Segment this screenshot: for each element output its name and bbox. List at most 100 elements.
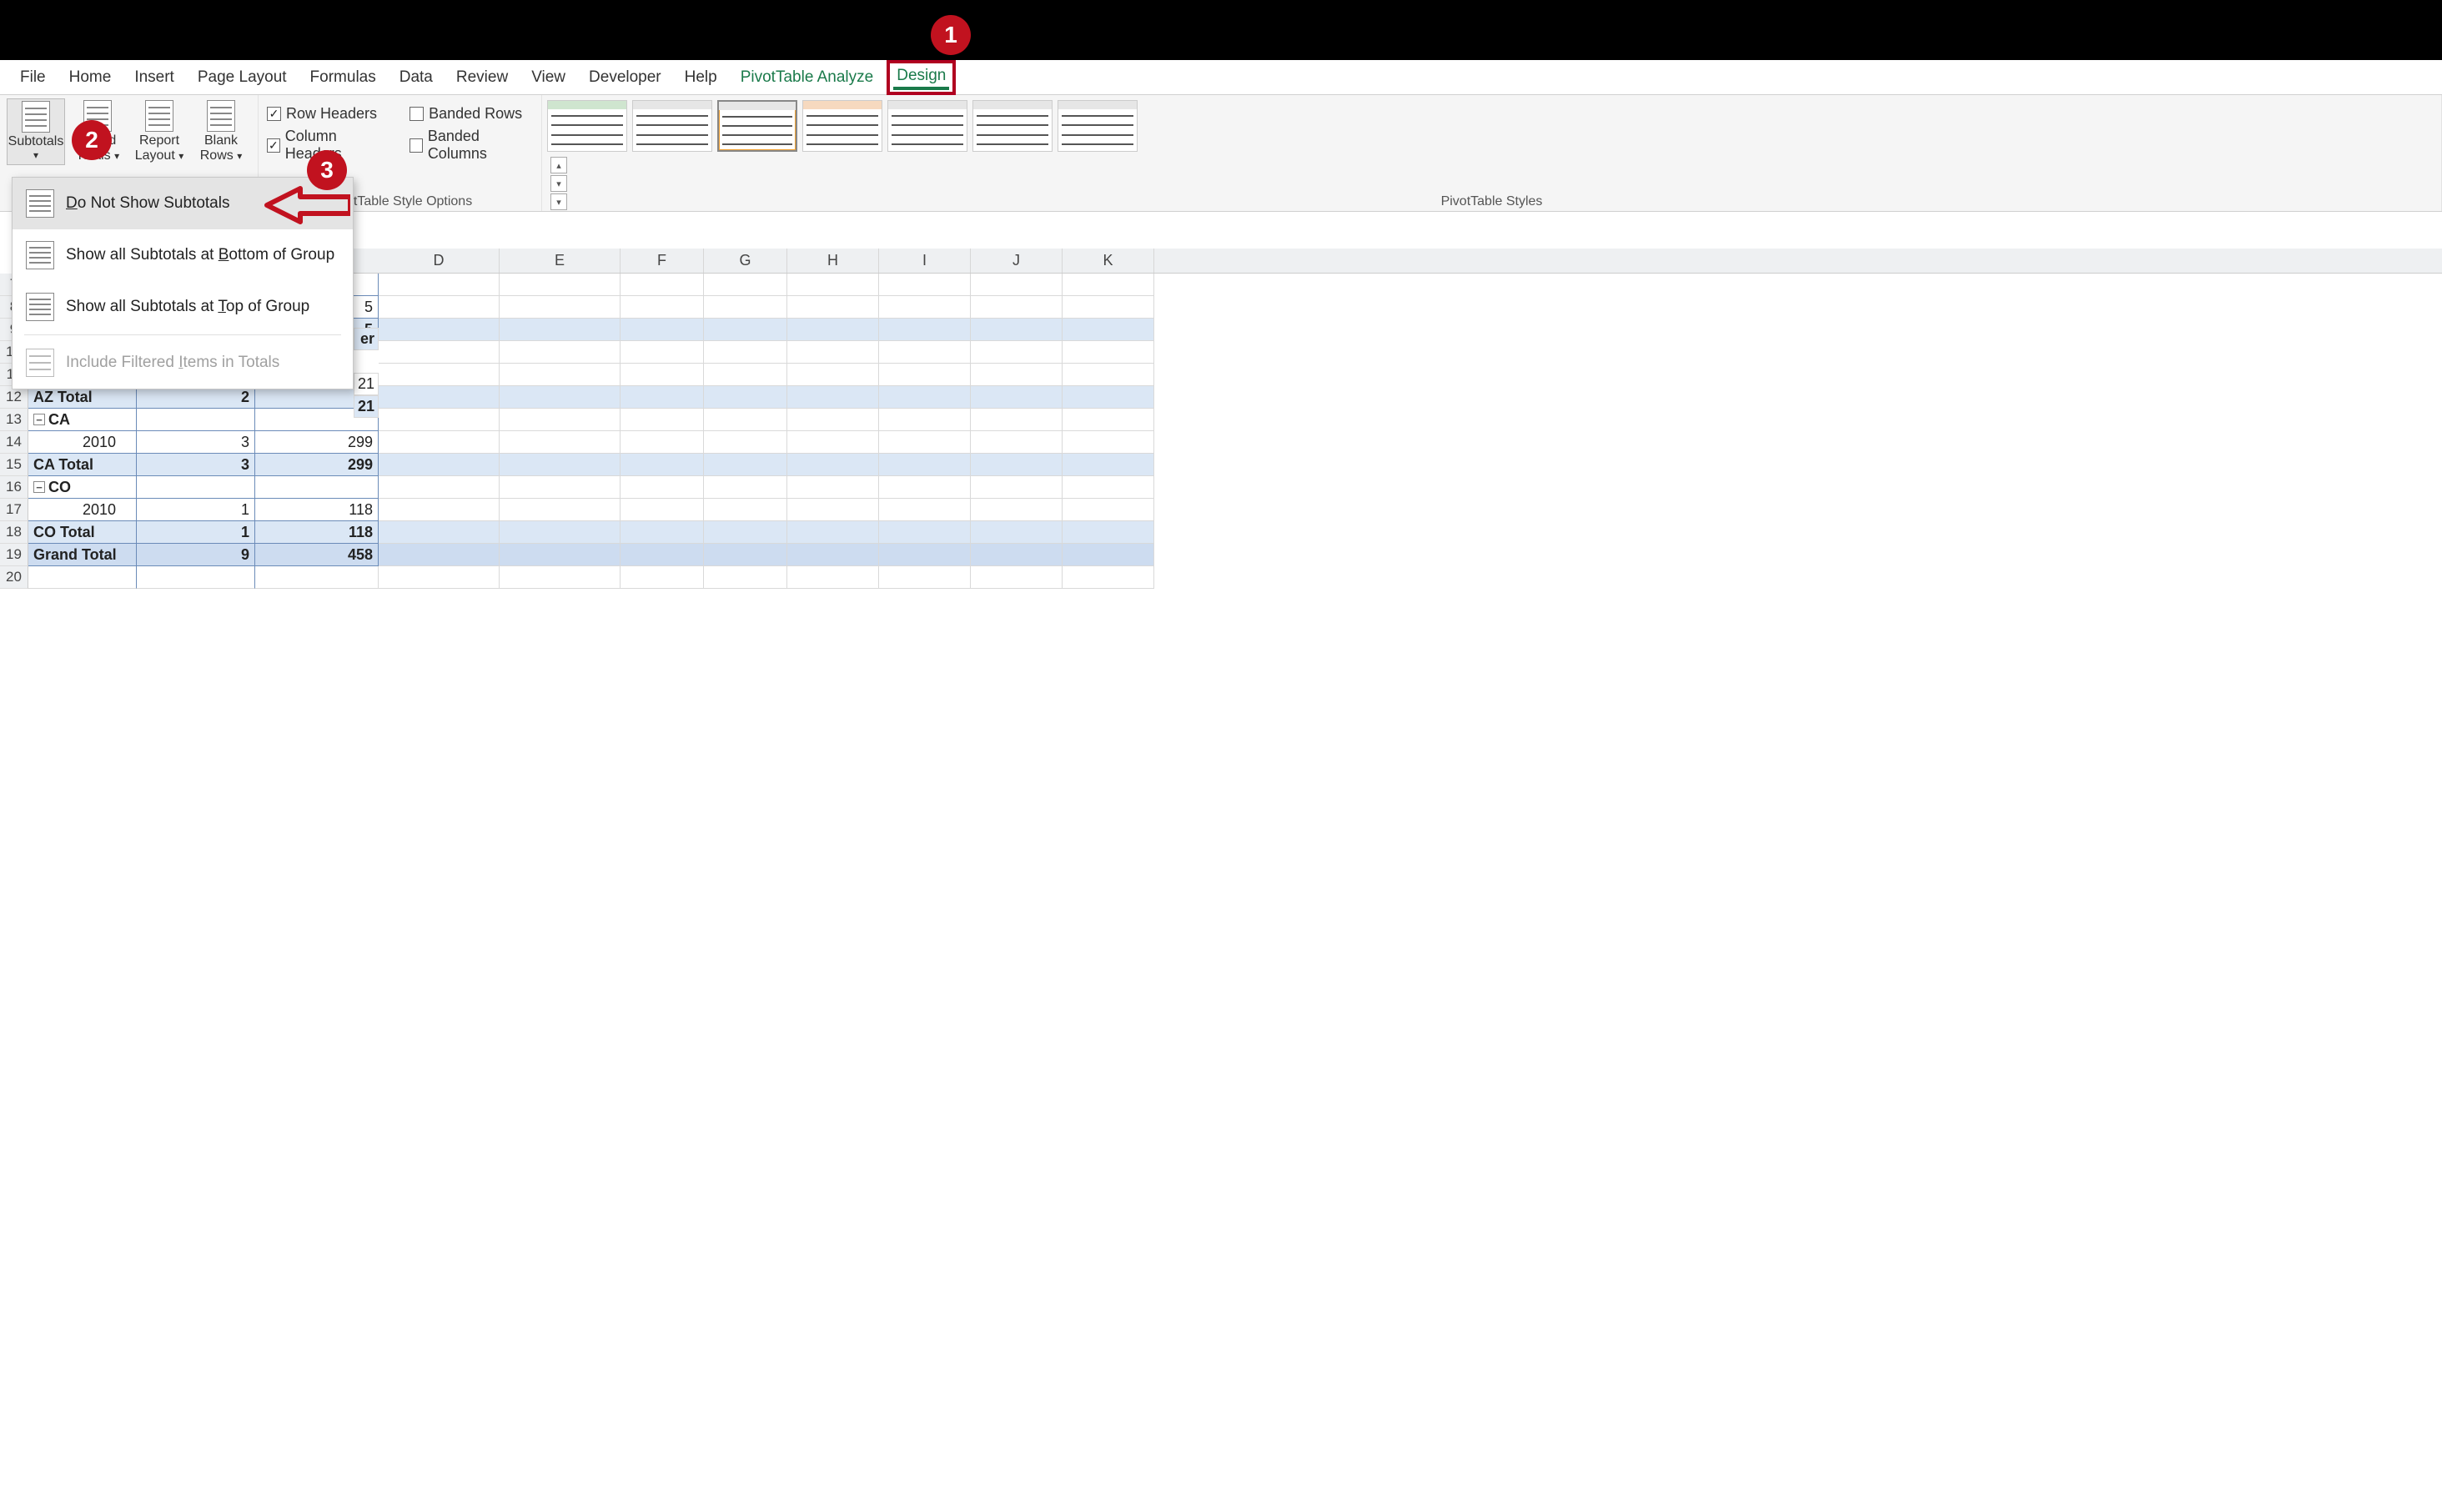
cell[interactable]: [1063, 341, 1154, 364]
cell[interactable]: [255, 566, 379, 589]
cell[interactable]: [1063, 476, 1154, 499]
cell[interactable]: [971, 431, 1063, 454]
cell[interactable]: [971, 454, 1063, 476]
cell[interactable]: [704, 274, 787, 296]
cell[interactable]: [704, 476, 787, 499]
cell[interactable]: [704, 409, 787, 431]
cell[interactable]: [879, 274, 971, 296]
cell[interactable]: [621, 409, 704, 431]
subtotals-button[interactable]: Subtotals ▾: [7, 98, 65, 165]
col-header-J[interactable]: J: [971, 249, 1063, 273]
cell[interactable]: 2010: [28, 431, 137, 454]
tab-insert[interactable]: Insert: [123, 63, 186, 92]
cell[interactable]: [704, 296, 787, 319]
cell[interactable]: [1063, 521, 1154, 544]
row-header[interactable]: 16: [0, 476, 28, 499]
row-header[interactable]: 15: [0, 454, 28, 476]
cell[interactable]: [787, 319, 879, 341]
cell[interactable]: [879, 521, 971, 544]
cell[interactable]: [379, 566, 500, 589]
cell[interactable]: [971, 521, 1063, 544]
cell[interactable]: [704, 454, 787, 476]
cell[interactable]: [787, 544, 879, 566]
cell[interactable]: [500, 544, 621, 566]
cell[interactable]: [621, 476, 704, 499]
cell[interactable]: [971, 319, 1063, 341]
cell[interactable]: [879, 544, 971, 566]
cell[interactable]: [1063, 499, 1154, 521]
cell[interactable]: 3: [137, 454, 255, 476]
collapse-icon[interactable]: −: [33, 481, 45, 493]
cell[interactable]: 3: [137, 431, 255, 454]
cell[interactable]: [379, 431, 500, 454]
cell[interactable]: [787, 274, 879, 296]
cell[interactable]: [379, 364, 500, 386]
cell[interactable]: [500, 499, 621, 521]
cell[interactable]: [1063, 386, 1154, 409]
cell[interactable]: [971, 274, 1063, 296]
cell[interactable]: [379, 296, 500, 319]
blank-rows-button[interactable]: Blank Rows ▾: [192, 98, 250, 165]
cell[interactable]: [971, 296, 1063, 319]
cell[interactable]: [500, 341, 621, 364]
col-header-H[interactable]: H: [787, 249, 879, 273]
cell[interactable]: [704, 364, 787, 386]
col-header-K[interactable]: K: [1063, 249, 1154, 273]
cell[interactable]: [500, 386, 621, 409]
cell[interactable]: [500, 566, 621, 589]
cell[interactable]: [1063, 274, 1154, 296]
cell[interactable]: [971, 386, 1063, 409]
cell[interactable]: [879, 476, 971, 499]
cell[interactable]: [379, 476, 500, 499]
cell[interactable]: [500, 364, 621, 386]
cell[interactable]: 458: [255, 544, 379, 566]
col-header-F[interactable]: F: [621, 249, 704, 273]
cell[interactable]: [704, 431, 787, 454]
cell[interactable]: [621, 521, 704, 544]
cell[interactable]: 1: [137, 521, 255, 544]
pivottable-style-swatch[interactable]: [632, 100, 712, 152]
tab-help[interactable]: Help: [673, 63, 729, 92]
cell[interactable]: [621, 566, 704, 589]
cell[interactable]: [1063, 409, 1154, 431]
cell[interactable]: 118: [255, 499, 379, 521]
cell[interactable]: [137, 566, 255, 589]
cell[interactable]: −CO: [28, 476, 137, 499]
cell[interactable]: [971, 544, 1063, 566]
subtotals-bottom-item[interactable]: Show all Subtotals at Bottom of Group: [13, 229, 353, 281]
cell[interactable]: [500, 319, 621, 341]
cell[interactable]: 299: [255, 454, 379, 476]
tab-formulas[interactable]: Formulas: [299, 63, 388, 92]
cell[interactable]: [621, 341, 704, 364]
cell[interactable]: [379, 521, 500, 544]
cell[interactable]: [971, 409, 1063, 431]
cell[interactable]: [787, 386, 879, 409]
cell[interactable]: [971, 341, 1063, 364]
col-header-G[interactable]: G: [704, 249, 787, 273]
pivottable-style-swatch[interactable]: [972, 100, 1053, 152]
cell[interactable]: [787, 409, 879, 431]
cell[interactable]: [621, 319, 704, 341]
cell[interactable]: [704, 499, 787, 521]
cell[interactable]: [621, 544, 704, 566]
cell[interactable]: [971, 566, 1063, 589]
cell[interactable]: [379, 499, 500, 521]
cell[interactable]: [1063, 431, 1154, 454]
tab-data[interactable]: Data: [388, 63, 445, 92]
pivottable-style-swatch[interactable]: [1058, 100, 1138, 152]
row-header[interactable]: 17: [0, 499, 28, 521]
tab-view[interactable]: View: [520, 63, 577, 92]
cell[interactable]: [379, 454, 500, 476]
styles-scroll-down[interactable]: ▾: [550, 175, 567, 192]
cell[interactable]: CA Total: [28, 454, 137, 476]
report-layout-button[interactable]: Report Layout ▾: [130, 98, 188, 165]
cell[interactable]: Grand Total: [28, 544, 137, 566]
collapse-icon[interactable]: −: [33, 414, 45, 425]
cell[interactable]: [879, 296, 971, 319]
row-header[interactable]: 13: [0, 409, 28, 431]
col-header-D[interactable]: D: [379, 249, 500, 273]
cell[interactable]: 1: [137, 499, 255, 521]
cell[interactable]: [787, 566, 879, 589]
cell[interactable]: [1063, 566, 1154, 589]
cell[interactable]: [704, 566, 787, 589]
